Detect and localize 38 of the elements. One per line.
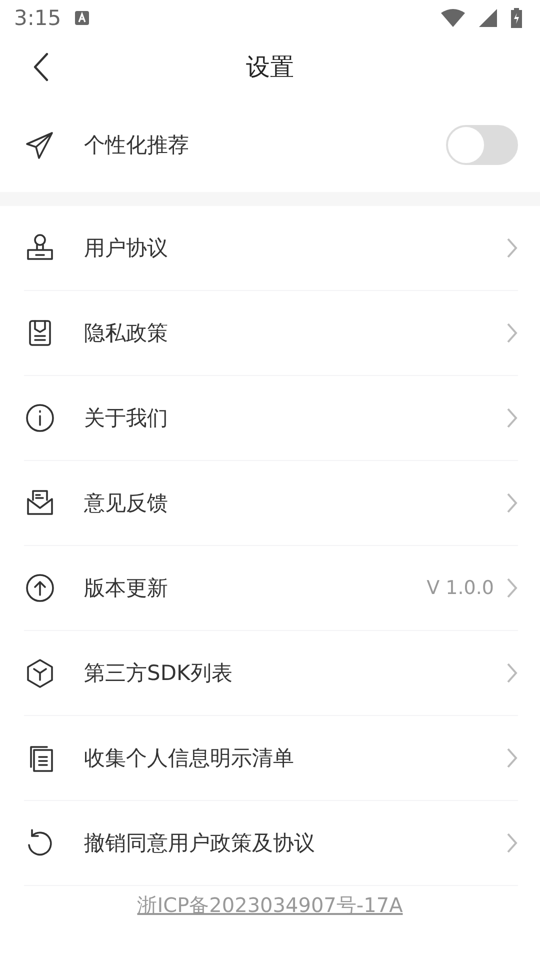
- status-time: 3:15: [14, 6, 62, 30]
- menu-item[interactable]: 意见反馈: [24, 461, 518, 546]
- menu-item[interactable]: 隐私政策: [24, 291, 518, 376]
- menu-label: 版本更新: [84, 575, 169, 602]
- wifi-icon: [441, 9, 465, 27]
- version-text: V 1.0.0: [426, 577, 494, 599]
- menu-label: 意见反馈: [84, 490, 169, 517]
- menu-item[interactable]: 用户协议: [24, 206, 518, 291]
- paper-plane-icon: [24, 129, 56, 161]
- menu-label: 第三方SDK列表: [84, 660, 234, 687]
- back-icon: [31, 52, 51, 82]
- setting-label: 个性化推荐: [84, 132, 190, 159]
- chevron-icon: [506, 577, 518, 599]
- menu-label: 关于我们: [84, 405, 169, 432]
- menu-item[interactable]: 撤销同意用户政策及协议: [24, 801, 518, 886]
- menu-item[interactable]: 版本更新 V 1.0.0: [24, 546, 518, 631]
- chevron-icon: [506, 832, 518, 854]
- chevron-icon: [506, 492, 518, 514]
- menu-item[interactable]: 收集个人信息明示清单: [24, 716, 518, 801]
- chevron-icon: [506, 747, 518, 769]
- menu-label: 收集个人信息明示清单: [84, 745, 295, 772]
- chevron-icon: [506, 322, 518, 344]
- menu-item[interactable]: 第三方SDK列表: [24, 631, 518, 716]
- chevron-icon: [506, 407, 518, 429]
- page-title: 设置: [246, 52, 294, 83]
- notification-icon: [75, 11, 90, 25]
- menu-label: 隐私政策: [84, 320, 169, 347]
- menu-label: 撤销同意用户政策及协议: [84, 830, 316, 857]
- menu-item[interactable]: 关于我们: [24, 376, 518, 461]
- info-icon: [24, 402, 56, 434]
- chevron-icon: [506, 662, 518, 684]
- cube-icon: [24, 657, 56, 689]
- menu-label: 用户协议: [84, 235, 169, 262]
- toggle-switch[interactable]: [446, 125, 518, 165]
- signal-icon: [479, 9, 497, 27]
- chevron-icon: [506, 237, 518, 259]
- upload-icon: [24, 572, 56, 604]
- battery-icon: [511, 8, 522, 28]
